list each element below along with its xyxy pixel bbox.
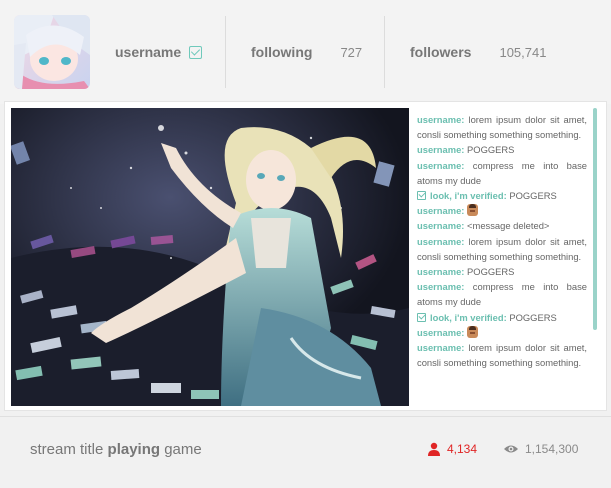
username-block: username [115, 0, 203, 104]
chat-username[interactable]: look, i'm verified: [430, 190, 507, 201]
chat-message: username: lorem ipsum dolor sit amet, co… [417, 234, 587, 264]
chat-message: username: [417, 325, 587, 340]
chat-scrollbar[interactable] [593, 108, 597, 330]
chat-log[interactable]: username: lorem ipsum dolor sit amet, co… [417, 112, 587, 406]
avatar[interactable] [14, 15, 90, 89]
chat-message: username: lorem ipsum dolor sit amet, co… [417, 112, 587, 142]
chat-username[interactable]: username: [417, 144, 464, 155]
view-count-value: 1,154,300 [525, 442, 579, 456]
view-count: 1,154,300 [503, 442, 578, 456]
chat-message: look, i'm verified: POGGERS [417, 310, 587, 325]
chat-username[interactable]: username: [417, 266, 464, 277]
chat-username[interactable]: look, i'm verified: [430, 312, 507, 323]
chat-message: look, i'm verified: POGGERS [417, 188, 587, 203]
chat-text: <message deleted> [467, 220, 550, 232]
chat-text: POGGERS [509, 311, 557, 323]
chat-username[interactable]: username: [417, 342, 464, 353]
verified-check-icon [189, 45, 203, 59]
followers-count: 105,741 [499, 44, 547, 60]
chat-username[interactable]: username: [417, 281, 464, 292]
person-icon [428, 442, 440, 456]
verified-badge-icon [417, 191, 426, 201]
chat-message: username: [417, 203, 587, 218]
chat-text: POGGERS [509, 190, 557, 202]
stream-title-prefix: stream title [30, 441, 104, 458]
following-label: following [251, 44, 313, 60]
chat-message: username: POGGERS [417, 142, 587, 157]
chat-username[interactable]: username: [417, 205, 464, 216]
viewer-count-value: 4,134 [447, 442, 478, 456]
following-block[interactable]: following 727 [251, 0, 362, 104]
stream-artwork [11, 108, 409, 406]
chat-message: username: compress me into base atoms my… [417, 158, 587, 188]
stream-title-bold: playing [107, 441, 161, 458]
verified-badge-icon [417, 312, 426, 322]
chat-message: username: <message deleted> [417, 218, 587, 233]
chat-text: POGGERS [467, 144, 515, 156]
viewer-count: 4,134 [427, 442, 477, 456]
chat-username[interactable]: username: [417, 327, 464, 338]
stream-panel: username: lorem ipsum dolor sit amet, co… [4, 101, 607, 411]
followers-block[interactable]: followers 105,741 [410, 0, 546, 104]
avatar-image [14, 15, 90, 89]
chat-message: username: compress me into base atoms my… [417, 279, 587, 309]
following-count: 727 [340, 44, 363, 60]
stream-info-bar: stream title playing game 4,134 1,154,30… [0, 416, 611, 488]
chat-username[interactable]: username: [417, 114, 464, 125]
profile-header: username following 727 followers 105,741 [0, 0, 611, 104]
divider [384, 16, 385, 88]
followers-label: followers [410, 44, 472, 60]
emote-icon [467, 204, 479, 217]
chat-text: POGGERS [467, 266, 515, 278]
chat-message: username: lorem ipsum dolor sit amet, co… [417, 340, 587, 370]
chat-username[interactable]: username: [417, 160, 464, 171]
video-player[interactable] [11, 108, 409, 406]
chat-username[interactable]: username: [417, 220, 464, 231]
stream-title: stream title playing game [30, 441, 202, 458]
eye-icon [504, 445, 518, 453]
username-label[interactable]: username [115, 44, 181, 60]
divider [225, 16, 226, 88]
chat-username[interactable]: username: [417, 236, 464, 247]
chat-message: username: POGGERS [417, 264, 587, 279]
stream-title-game[interactable]: game [164, 441, 202, 458]
emote-icon [467, 325, 479, 338]
